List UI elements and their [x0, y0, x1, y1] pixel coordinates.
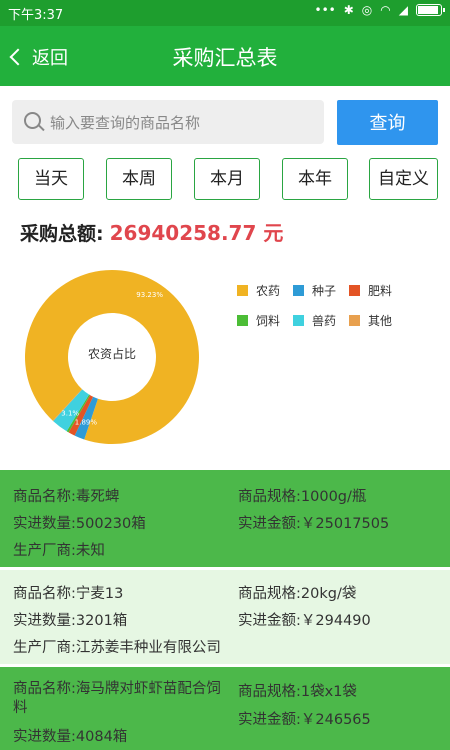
wifi-icon: ◠ — [380, 3, 391, 17]
status-bar: 下午3:37 ••• ✱ ◎ ◠ ◢ — [0, 0, 450, 26]
product-amount-field: 实进金额:￥294490 — [238, 613, 371, 629]
legend-swatch — [349, 315, 360, 326]
slice-label: 93.23% — [136, 291, 163, 299]
category-donut-chart: 93.23% 1.89%3.1% 农资占比 农药 种子 肥料饲料 兽药 其他 — [24, 270, 392, 444]
mute-icon: ◎ — [361, 3, 373, 17]
total-purchase: 采购总额: 26940258.77 元 — [20, 217, 283, 246]
slice-label: 3.1% — [61, 410, 79, 418]
total-amount: 26940258.77 元 — [109, 221, 284, 245]
chart-center-label: 农资占比 — [88, 346, 136, 361]
legend-label: 种子 — [312, 284, 336, 298]
product-maker-field: 生产厂商:未知 — [13, 543, 105, 559]
range-custom-button[interactable]: 自定义 — [369, 158, 438, 200]
legend-label: 肥料 — [368, 284, 392, 298]
legend-label: 饲料 — [256, 314, 280, 328]
product-qty-field: 实进数量:4084箱 — [13, 729, 128, 745]
product-name-field: 商品名称:毒死蜱 — [13, 489, 120, 505]
search-input[interactable] — [48, 100, 322, 146]
range-today-button[interactable]: 当天 — [18, 158, 84, 200]
product-card[interactable]: 商品名称:毒死蜱 商品规格:1000g/瓶 实进数量:500230箱 实进金额:… — [0, 470, 450, 567]
legend-label: 其他 — [368, 314, 392, 328]
legend-swatch — [293, 285, 304, 296]
search-box — [12, 100, 324, 146]
range-month-button[interactable]: 本月 — [194, 158, 260, 200]
page-title: 采购汇总表 — [172, 46, 278, 70]
legend-swatch — [237, 285, 248, 296]
date-range-selector: 当天 本周 本月 本年 自定义 — [18, 158, 438, 200]
range-year-button[interactable]: 本年 — [282, 158, 348, 200]
product-maker-field: 生产厂商:江苏姜丰种业有限公司 — [13, 640, 221, 656]
legend-swatch — [237, 315, 248, 326]
product-spec-field: 商品规格:1袋x1袋 — [238, 684, 357, 700]
status-icons: ••• ✱ ◎ ◠ ◢ — [314, 3, 445, 17]
total-label: 采购总额: — [20, 223, 104, 245]
product-card[interactable]: 商品名称:海马牌对虾虾苗配合饲料 商品规格:1袋x1袋 实进金额:￥246565… — [0, 667, 450, 750]
product-name-field: 商品名称:宁麦13 — [13, 586, 124, 602]
product-name-field: 商品名称:海马牌对虾虾苗配合饲料 — [13, 681, 221, 716]
legend-label: 兽药 — [312, 314, 336, 328]
app-bar: 返回 采购汇总表 — [0, 26, 450, 86]
search-icon — [24, 112, 41, 129]
dots-icon: ••• — [314, 3, 336, 17]
battery-icon — [416, 4, 445, 16]
legend-label: 农药 — [256, 284, 280, 298]
bluetooth-icon: ✱ — [343, 3, 354, 17]
status-time: 下午3:37 — [8, 8, 64, 23]
legend-swatch — [293, 315, 304, 326]
product-card[interactable]: 商品名称:宁麦13 商品规格:20kg/袋 实进数量:3201箱 实进金额:￥2… — [0, 570, 450, 664]
slice-label: 1.89% — [75, 418, 98, 426]
product-qty-field: 实进数量:3201箱 — [13, 613, 128, 629]
product-amount-field: 实进金额:￥25017505 — [238, 516, 390, 532]
product-spec-field: 商品规格:20kg/袋 — [238, 586, 357, 602]
product-qty-field: 实进数量:500230箱 — [13, 516, 146, 532]
product-spec-field: 商品规格:1000g/瓶 — [238, 489, 367, 505]
product-amount-field: 实进金额:￥246565 — [238, 712, 371, 728]
signal-icon: ◢ — [398, 3, 408, 17]
range-week-button[interactable]: 本周 — [106, 158, 172, 200]
query-button[interactable]: 查询 — [337, 100, 438, 145]
legend-swatch — [349, 285, 360, 296]
